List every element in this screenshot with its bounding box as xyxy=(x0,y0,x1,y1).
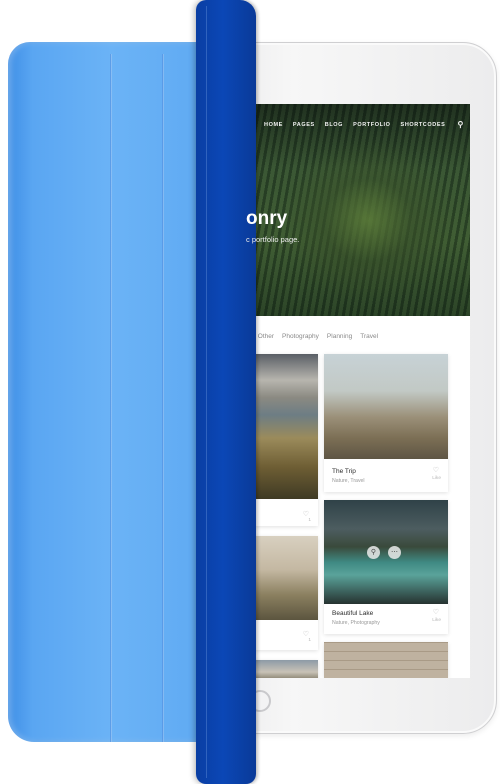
card-image xyxy=(324,642,448,678)
like-label: Like xyxy=(432,476,441,481)
filter-travel[interactable]: Travel xyxy=(360,333,378,340)
heart-icon[interactable]: ♡ xyxy=(433,608,439,616)
portfolio-filters: re Other Photography Planning Travel xyxy=(244,333,386,340)
cover-fold-line xyxy=(162,54,164,742)
filter-planning[interactable]: Planning xyxy=(327,333,352,340)
portfolio-card-beautiful-lake[interactable]: ⚲ ⋯ Beautiful Lake Nature, Photography ♡… xyxy=(324,500,448,634)
heart-icon[interactable]: ♡ xyxy=(433,466,439,474)
card-category[interactable]: Nature, Travel xyxy=(332,478,365,484)
portfolio-card-the-trip[interactable]: The Trip Nature, Travel ♡ Like xyxy=(324,354,448,492)
filter-other[interactable]: Other xyxy=(258,333,274,340)
card-title[interactable]: Beautiful Lake xyxy=(332,610,373,617)
hero-subtitle: c portfolio page. xyxy=(246,235,300,244)
like-count: 1 xyxy=(308,638,311,643)
nav-portfolio[interactable]: PORTFOLIO xyxy=(353,122,390,128)
cover-spine xyxy=(196,0,256,784)
search-icon[interactable]: ⚲ xyxy=(458,120,464,129)
heart-icon[interactable]: ♡ xyxy=(303,630,309,638)
filter-photography[interactable]: Photography xyxy=(282,333,319,340)
site-navigation: HOME PAGES BLOG PORTFOLIO SHORTCODES ⚲ xyxy=(264,120,464,129)
card-category[interactable]: Nature, Photography xyxy=(332,620,380,626)
hero-title: onry xyxy=(246,208,288,229)
nav-pages[interactable]: PAGES xyxy=(293,122,315,128)
nav-home[interactable]: HOME xyxy=(264,122,283,128)
card-image xyxy=(324,354,448,459)
card-image xyxy=(324,500,448,604)
nav-shortcodes[interactable]: SHORTCODES xyxy=(401,122,446,128)
nav-blog[interactable]: BLOG xyxy=(325,122,343,128)
like-label: Like xyxy=(432,618,441,623)
search-icon[interactable]: ⚲ xyxy=(367,546,380,559)
tablet-screen: HOME PAGES BLOG PORTFOLIO SHORTCODES ⚲ o… xyxy=(244,104,470,678)
heart-icon[interactable]: ♡ xyxy=(303,510,309,518)
card-title[interactable]: The Trip xyxy=(332,468,356,475)
more-icon[interactable]: ⋯ xyxy=(388,546,401,559)
like-count: 1 xyxy=(308,518,311,523)
cover-fold-line xyxy=(110,54,112,742)
portfolio-card[interactable] xyxy=(324,642,448,678)
